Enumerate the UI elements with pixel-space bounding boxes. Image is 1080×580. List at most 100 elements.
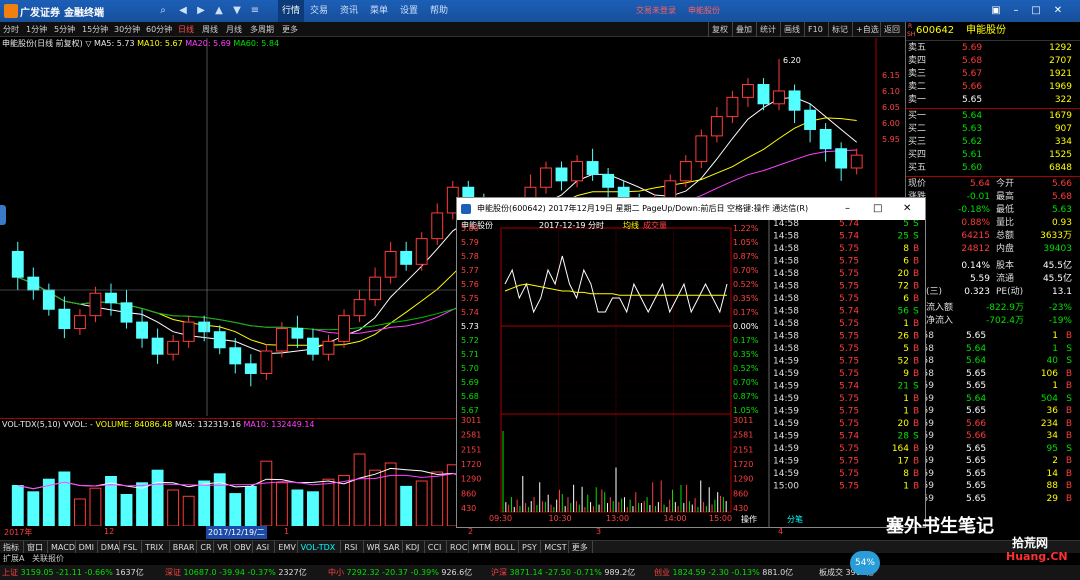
index-quote[interactable]: 上证 3159.05 -21.11 -0.66% 1637亿: [2, 565, 144, 580]
candle[interactable]: [710, 116, 723, 137]
period-1min[interactable]: 1分钟: [26, 22, 47, 37]
menu-quote[interactable]: 行情: [278, 0, 304, 22]
period-60min[interactable]: 60分钟: [146, 22, 172, 37]
volume-bar[interactable]: [384, 462, 397, 526]
popup-ticks-button[interactable]: 分笔: [787, 514, 803, 524]
candle[interactable]: [850, 154, 863, 169]
login-status[interactable]: 交易未登录: [636, 0, 676, 22]
volume-bar[interactable]: [182, 495, 195, 526]
index-quote[interactable]: 中小 7292.32 -20.37 -0.39% 926.6亿: [328, 565, 472, 580]
period-tick[interactable]: 分时: [3, 22, 19, 37]
forward-arrow-icon[interactable]: ▶: [194, 4, 208, 18]
candle[interactable]: [338, 315, 350, 342]
volume-bar[interactable]: [73, 498, 86, 526]
performance-badge[interactable]: 54%: [850, 551, 880, 575]
period-5min[interactable]: 5分钟: [54, 22, 75, 37]
menu-help[interactable]: 帮助: [426, 0, 452, 22]
volume-bar[interactable]: [244, 485, 257, 526]
candle[interactable]: [198, 321, 211, 333]
candle[interactable]: [602, 173, 615, 188]
search-icon[interactable]: ⌕: [156, 4, 170, 18]
candle[interactable]: [353, 299, 366, 317]
candle[interactable]: [27, 276, 40, 291]
candle[interactable]: [167, 340, 180, 355]
candle[interactable]: [804, 109, 817, 130]
candle[interactable]: [369, 276, 382, 301]
bid-row[interactable]: 买四 5.61 1525: [906, 149, 1076, 162]
ask-row[interactable]: 卖五 5.69 1292: [906, 42, 1076, 55]
maximize-icon[interactable]: □: [1028, 3, 1044, 19]
expand-a-tab[interactable]: 扩展A: [3, 553, 24, 565]
volume-bar[interactable]: [136, 482, 148, 526]
candle[interactable]: [819, 128, 832, 150]
period-monthly[interactable]: 月线: [226, 22, 242, 37]
side-panel-handle[interactable]: [0, 205, 6, 225]
tool-adjust[interactable]: 复权: [708, 22, 731, 37]
tool-mark[interactable]: 标记: [828, 22, 851, 37]
index-quote[interactable]: 创业 1824.59 -2.30 -0.13% 881.0亿: [654, 565, 793, 580]
candle[interactable]: [415, 238, 428, 265]
ask-row[interactable]: 卖三 5.67 1921: [906, 68, 1076, 81]
candle[interactable]: [42, 289, 55, 310]
popup-titlebar[interactable]: 申能股份(600642) 2017年12月19日 星期二 PageUp/Down…: [457, 198, 925, 220]
candle[interactable]: [229, 347, 242, 365]
volume-bar[interactable]: [353, 453, 366, 526]
candle[interactable]: [384, 250, 397, 278]
candle[interactable]: [89, 292, 102, 317]
tool-favorite[interactable]: +自选: [852, 22, 882, 37]
candle[interactable]: [555, 167, 568, 182]
tool-stats[interactable]: 统计: [756, 22, 779, 37]
candle[interactable]: [726, 96, 739, 118]
ask-row[interactable]: 卖四 5.68 2707: [906, 55, 1076, 68]
volume-bar[interactable]: [120, 494, 133, 527]
up-arrow-icon[interactable]: ▲: [212, 4, 226, 18]
candle[interactable]: [151, 337, 164, 355]
skin-icon[interactable]: ▣: [988, 3, 1004, 19]
popup-close-icon[interactable]: ✕: [903, 198, 911, 220]
ask-row[interactable]: 卖二 5.66 1969: [906, 81, 1076, 94]
ask-row[interactable]: 卖一 5.65 322: [906, 94, 1076, 107]
volume-bar[interactable]: [151, 469, 164, 526]
candle[interactable]: [540, 167, 552, 188]
volume-bar[interactable]: [260, 460, 273, 526]
candle[interactable]: [431, 212, 444, 240]
volume-bar[interactable]: [89, 487, 102, 526]
volume-bar[interactable]: [27, 491, 40, 526]
down-arrow-icon[interactable]: ▼: [230, 4, 244, 18]
volume-bar[interactable]: [11, 485, 24, 527]
candle[interactable]: [695, 135, 708, 163]
candle[interactable]: [788, 90, 801, 111]
index-quote[interactable]: 沪深 3871.14 -27.50 -0.71% 989.2亿: [491, 565, 635, 580]
menu-menu[interactable]: 菜单: [366, 0, 392, 22]
tool-overlay[interactable]: 叠加: [732, 22, 755, 37]
volume-bar[interactable]: [307, 491, 319, 526]
popup-operate-button[interactable]: 操作: [741, 514, 757, 524]
candle[interactable]: [275, 328, 288, 352]
bid-row[interactable]: 买二 5.63 907: [906, 123, 1076, 136]
period-weekly[interactable]: 周线: [202, 22, 218, 37]
candle[interactable]: [835, 148, 848, 169]
candle[interactable]: [773, 90, 785, 105]
period-multi[interactable]: 多周期: [250, 22, 274, 37]
menu-trade[interactable]: 交易: [306, 0, 332, 22]
volume-bar[interactable]: [431, 471, 444, 526]
candle[interactable]: [58, 308, 71, 330]
candle[interactable]: [244, 363, 257, 374]
period-30min[interactable]: 30分钟: [114, 22, 140, 37]
volume-bar[interactable]: [291, 489, 304, 526]
popup-maximize-icon[interactable]: □: [873, 198, 882, 220]
volume-bar[interactable]: [322, 478, 335, 526]
volume-bar[interactable]: [167, 489, 180, 526]
related-quote-tab[interactable]: 关联报价: [32, 553, 64, 565]
candle[interactable]: [322, 340, 335, 355]
period-daily[interactable]: 日线: [178, 22, 194, 37]
candle[interactable]: [291, 328, 304, 339]
volume-bar[interactable]: [213, 473, 226, 526]
back-arrow-icon[interactable]: ◀: [176, 4, 190, 18]
candle[interactable]: [73, 315, 86, 330]
candle[interactable]: [120, 302, 133, 323]
popup-minimize-icon[interactable]: –: [845, 198, 850, 220]
tool-back[interactable]: 返回: [880, 22, 903, 37]
list-icon[interactable]: ≡: [248, 4, 262, 18]
volume-bar[interactable]: [275, 482, 288, 526]
